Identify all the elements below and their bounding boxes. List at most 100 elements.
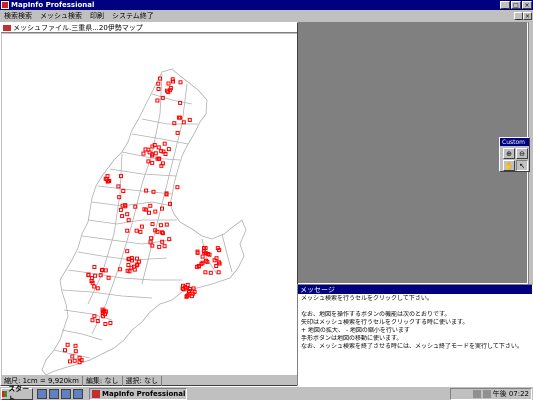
mesh-marker[interactable] [70,354,75,359]
mesh-marker[interactable] [118,267,123,272]
mesh-marker[interactable] [63,348,67,353]
mesh-marker[interactable] [120,214,125,219]
mesh-marker[interactable] [162,141,167,146]
mesh-marker[interactable] [92,314,97,319]
mesh-marker[interactable] [167,237,172,242]
mesh-marker[interactable] [153,151,158,156]
mesh-marker[interactable] [166,81,171,86]
mesh-marker[interactable] [156,145,161,150]
mesh-marker[interactable] [129,256,134,261]
mesh-marker[interactable] [146,159,151,164]
menu-item-mesh-search[interactable]: メッシュ検索 [36,11,86,21]
speaker-icon[interactable] [472,390,481,398]
mesh-marker[interactable] [156,87,161,91]
mesh-marker[interactable] [203,270,208,275]
mesh-marker[interactable] [148,203,153,208]
clock[interactable]: 午後 07:22 [493,389,529,399]
mesh-marker[interactable] [166,147,171,152]
mesh-marker[interactable] [160,206,164,211]
mesh-marker[interactable] [126,263,131,267]
mesh-marker[interactable] [181,120,186,125]
mdi-minimize-button[interactable]: _ [514,12,523,20]
mesh-marker[interactable] [135,256,139,261]
mesh-marker[interactable] [152,143,157,147]
mesh-marker[interactable] [178,80,183,85]
mesh-marker[interactable] [158,223,163,228]
mesh-marker[interactable] [160,239,165,244]
mesh-marker[interactable] [147,150,152,155]
mesh-marker[interactable] [108,321,113,325]
mesh-marker[interactable] [86,273,91,278]
mesh-marker[interactable] [147,210,151,215]
mesh-marker[interactable] [172,121,177,126]
mesh-marker[interactable] [216,270,221,275]
menu-item-exit[interactable]: システム終了 [108,11,158,21]
mesh-marker[interactable] [116,184,121,189]
mesh-marker[interactable] [133,204,138,209]
menu-item-print[interactable]: 印刷 [86,11,108,21]
mesh-marker[interactable] [92,265,97,269]
mesh-marker[interactable] [187,117,192,122]
app-icon[interactable] [1,1,9,9]
mesh-marker[interactable] [95,286,100,291]
minimize-button[interactable]: _ [500,1,510,9]
mesh-marker[interactable] [150,160,155,165]
quick-launch-icon[interactable] [73,388,83,399]
ime-icon[interactable] [482,390,491,398]
mesh-marker[interactable] [77,360,82,365]
zoom-in-icon[interactable]: ⊕ [503,148,515,159]
mesh-marker[interactable] [138,229,143,234]
mesh-marker[interactable] [141,151,146,156]
mesh-marker[interactable] [149,236,154,241]
mesh-marker[interactable] [121,189,126,193]
mesh-marker[interactable] [90,318,95,323]
mesh-marker[interactable] [155,98,160,103]
mesh-marker[interactable] [126,218,131,223]
mesh-marker[interactable] [150,222,155,227]
mesh-marker[interactable] [103,322,108,326]
mesh-marker[interactable] [125,212,130,217]
mesh-marker[interactable] [73,349,78,354]
mdi-close-button[interactable]: × [523,12,532,20]
zoom-out-icon[interactable]: ⊖ [516,148,528,159]
palette-title[interactable]: Custom [500,138,529,146]
mesh-marker[interactable] [153,209,158,214]
mesh-marker[interactable] [156,81,161,86]
mesh-marker[interactable] [93,273,98,278]
mesh-marker[interactable] [158,76,162,81]
mesh-marker[interactable] [200,254,205,259]
mesh-marker[interactable] [157,244,162,249]
map-canvas[interactable] [2,34,297,375]
menu-item-search[interactable]: 検索検索 [0,11,36,21]
mesh-marker[interactable] [65,342,70,347]
mesh-marker[interactable] [162,244,167,249]
mesh-marker[interactable] [160,161,165,166]
taskbar-item-mapinfo[interactable]: MapInfo Professional [89,387,187,400]
mesh-marker[interactable] [180,286,185,291]
mesh-marker[interactable] [100,268,105,273]
mesh-marker[interactable] [72,358,77,363]
quick-launch-icon[interactable] [37,388,47,399]
mesh-marker[interactable] [73,343,78,348]
mesh-marker[interactable] [148,240,153,245]
quick-launch-icon[interactable] [49,388,59,399]
mesh-marker[interactable] [175,130,180,135]
mesh-marker[interactable] [106,275,111,280]
mesh-marker[interactable] [105,174,110,179]
mesh-marker[interactable] [214,264,219,268]
mesh-marker[interactable] [150,243,155,248]
mie-prefecture-map[interactable] [2,34,297,375]
map-window-titlebar[interactable]: メッシュファイル.三重県...20伊勢マップ [1,23,297,33]
app-titlebar[interactable]: MapInfo Professional _ □ × [0,0,533,10]
mesh-marker[interactable] [161,149,166,154]
mesh-marker[interactable] [92,284,97,289]
mesh-marker[interactable] [178,100,183,105]
start-button[interactable]: スタート [1,385,33,400]
arrow-icon[interactable]: ↖ [516,160,528,171]
mesh-marker[interactable] [164,222,169,227]
mesh-marker[interactable] [191,286,196,291]
mesh-marker[interactable] [77,355,82,360]
mesh-marker[interactable] [160,95,165,100]
mesh-marker[interactable] [144,188,149,193]
mesh-marker[interactable] [171,79,175,84]
